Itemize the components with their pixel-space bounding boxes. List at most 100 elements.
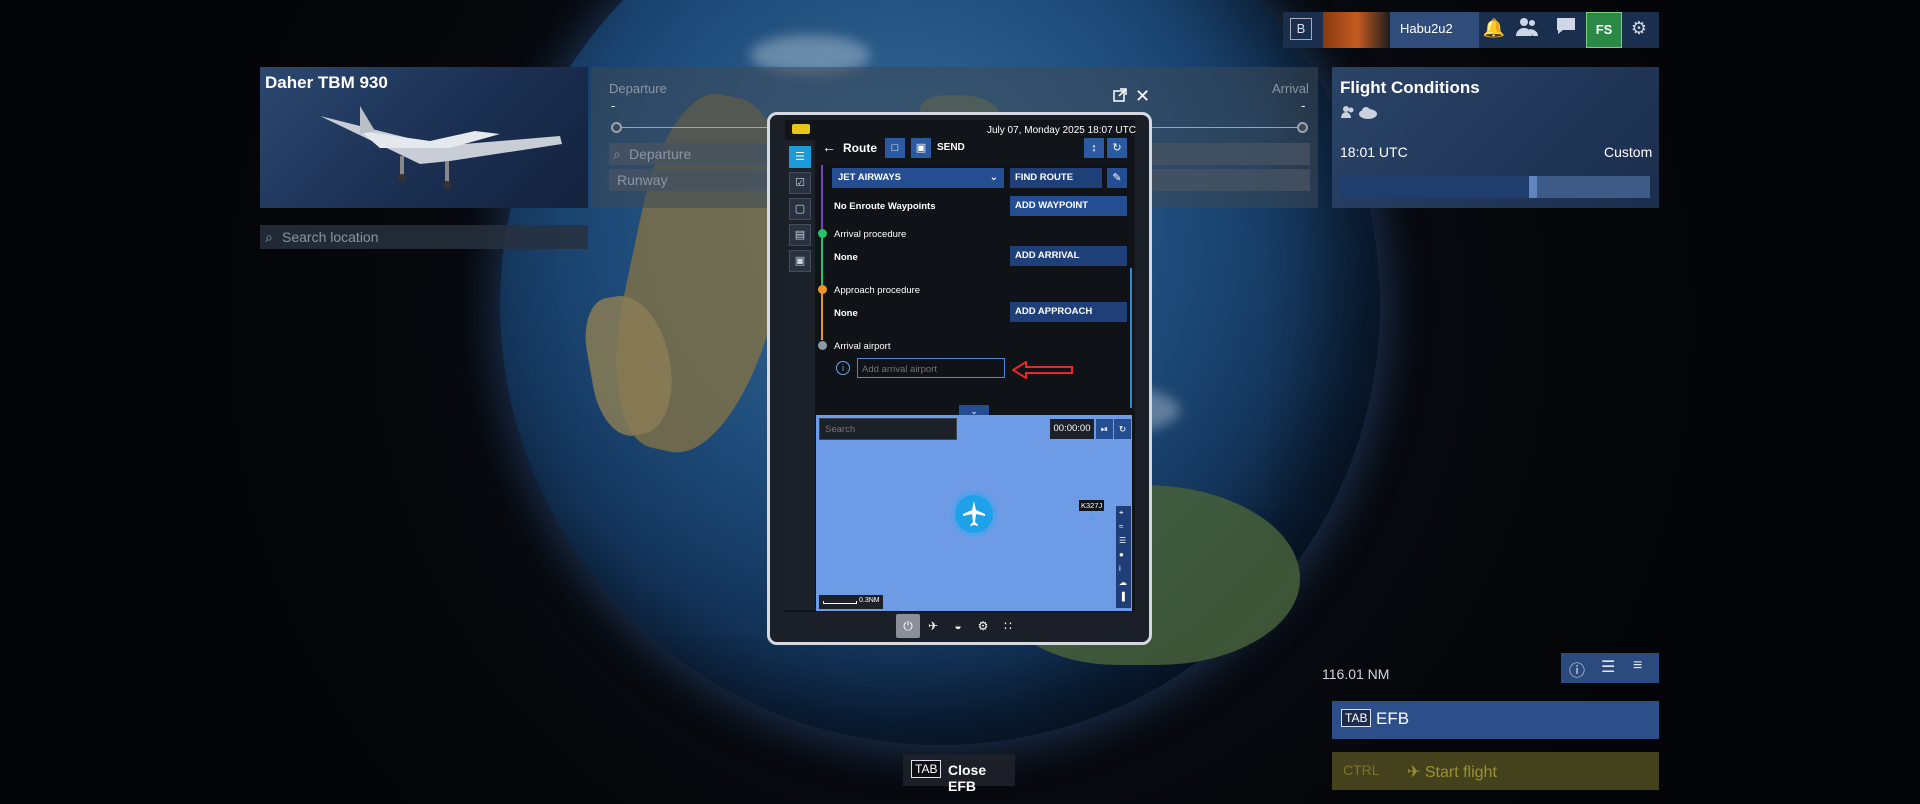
gear-icon[interactable]: ⚙ <box>971 614 995 638</box>
username[interactable]: Habu2u2 <box>1400 21 1453 36</box>
sidebar-item-lock[interactable]: ▢ <box>789 198 811 220</box>
arrival-runway-input[interactable] <box>1150 169 1310 191</box>
close-efb-key: TAB <box>911 760 942 778</box>
arrival-procedure-point <box>818 229 827 238</box>
b-key-hint[interactable]: B <box>1290 18 1312 40</box>
approach-line-segment <box>821 292 823 340</box>
time-slider-handle[interactable] <box>1529 176 1537 198</box>
user-icon[interactable]: ● <box>1119 550 1124 559</box>
filter-icon[interactable]: ≡ <box>1633 657 1642 675</box>
start-flight-text: Start flight <box>1424 764 1497 781</box>
bell-icon[interactable]: 🔔 <box>1482 16 1506 40</box>
departure-label: Departure <box>609 81 667 96</box>
close-efb-button[interactable]: TAB Close EFB <box>903 754 1015 794</box>
airway-dropdown[interactable]: JET AIRWAYS ⌄ <box>832 168 1004 188</box>
send-button[interactable]: SEND <box>937 142 965 153</box>
marketplace-icon[interactable]: FS <box>1586 12 1622 48</box>
sidebar-item-checklist[interactable]: ☑ <box>789 172 811 194</box>
apps-grid-icon[interactable]: ∷ <box>996 614 1020 638</box>
friends-icon[interactable] <box>1515 16 1539 40</box>
arrival-airport-field[interactable] <box>858 360 1004 379</box>
map-search-box[interactable] <box>819 418 957 440</box>
add-waypoint-button[interactable]: ADD WAYPOINT <box>1010 196 1127 216</box>
arrival-input[interactable] <box>1150 143 1310 165</box>
weather-icons <box>1340 104 1380 123</box>
departure-value: - <box>611 98 616 113</box>
efb-datetime: July 07, Monday 2025 18:07 UTC <box>987 125 1136 136</box>
arrival-procedure-value: None <box>834 252 858 263</box>
map-scale: 0.3NM <box>819 595 883 609</box>
sidebar-item-route[interactable]: ☰ <box>789 146 811 168</box>
approach-procedure-point <box>818 285 827 294</box>
avatar[interactable] <box>1324 12 1390 48</box>
flight-timer: 00:00:00 <box>1050 419 1094 439</box>
add-approach-button[interactable]: ADD APPROACH <box>1010 302 1127 322</box>
arrival-airport-point <box>818 341 827 350</box>
arrival-point <box>1297 122 1308 133</box>
runway-input[interactable]: Runway <box>609 169 769 191</box>
time-slider[interactable] <box>1340 176 1650 198</box>
efb-button-label: EFB <box>1376 709 1410 728</box>
save-icon[interactable]: ▣ <box>911 138 931 158</box>
refresh-icon[interactable]: ↻ <box>1107 138 1127 158</box>
layers-icon[interactable]: ☰ <box>1601 657 1615 677</box>
airplane-icon[interactable]: ✈ <box>921 614 945 638</box>
power-icon[interactable]: ⏻ <box>896 614 920 638</box>
time-slider-fill <box>1340 176 1529 198</box>
collapse-icon[interactable]: ↕ <box>1084 138 1104 158</box>
chart-icon[interactable]: ▐ <box>1119 592 1125 601</box>
sidebar-item-notes[interactable]: ▤ <box>789 224 811 246</box>
scrollbar[interactable] <box>1130 268 1132 408</box>
scale-label: 0.3NM <box>859 597 880 604</box>
search-location-field[interactable]: ⌕ Search location <box>260 225 588 249</box>
efb-key-hint: TAB <box>1341 709 1372 727</box>
info-icon[interactable]: ⓘ <box>1569 657 1585 681</box>
arrival-procedure-label: Arrival procedure <box>834 229 907 240</box>
pilot-icon[interactable]: ◒ <box>946 614 970 638</box>
terrain-icon[interactable]: ≈ <box>1119 522 1123 531</box>
edit-icon[interactable]: ✎ <box>1107 168 1127 188</box>
add-arrival-button[interactable]: ADD ARRIVAL <box>1010 246 1127 266</box>
route-distance: 116.01 NM <box>1322 666 1390 682</box>
sidebar-item-clipboard[interactable]: ▣ <box>789 250 811 272</box>
runway-placeholder: Runway <box>617 172 668 188</box>
route-title: Route <box>843 141 877 155</box>
find-route-button[interactable]: FIND ROUTE <box>1010 168 1102 188</box>
start-flight-key: CTRL <box>1343 762 1380 778</box>
approach-procedure-label: Approach procedure <box>834 285 921 296</box>
start-flight-label: ✈ Start flight <box>1407 764 1497 781</box>
airway-dropdown-value: JET AIRWAYS <box>838 172 902 183</box>
arrival-airport-input[interactable] <box>857 358 1005 379</box>
utc-time: 18:01 UTC <box>1340 144 1408 160</box>
arrival-value: - <box>1301 98 1306 113</box>
map-search-input[interactable] <box>820 419 956 440</box>
play-pause-icon[interactable]: ⏯ <box>1096 419 1113 439</box>
map-tools: ⓘ ☰ ≡ <box>1561 653 1659 683</box>
departure-point <box>611 122 622 133</box>
info-icon[interactable]: i <box>836 361 850 375</box>
search-icon: ⌕ <box>613 146 621 162</box>
no-waypoints-text: No Enroute Waypoints <box>834 201 936 212</box>
arrival-label: Arrival <box>1272 81 1309 96</box>
chevron-down-icon: ⌄ <box>989 172 998 183</box>
aircraft-image <box>320 106 562 189</box>
close-efb-label: Close EFB <box>948 762 987 794</box>
arrival-line-segment <box>821 236 823 286</box>
departure-input[interactable]: ⌕ Departure <box>609 143 769 165</box>
weather-mode[interactable]: Custom <box>1604 144 1652 160</box>
external-window-icon[interactable] <box>1113 88 1129 104</box>
search-icon: ⌕ <box>265 229 273 245</box>
close-icon[interactable]: ✕ <box>1135 86 1150 107</box>
back-arrow-icon[interactable]: ← <box>822 139 836 155</box>
open-folder-icon[interactable]: □ <box>885 138 905 158</box>
traffic-icon[interactable]: ▲ <box>1089 513 1097 522</box>
battery-icon <box>792 124 810 134</box>
chat-icon[interactable] <box>1554 16 1578 40</box>
gear-icon[interactable]: ⚙ <box>1627 16 1651 40</box>
info-icon[interactable]: i <box>1119 564 1121 573</box>
own-aircraft-icon[interactable] <box>955 495 993 533</box>
reset-timer-icon[interactable]: ↻ <box>1114 419 1131 439</box>
recenter-icon[interactable]: ⌖ <box>1119 508 1124 518</box>
weather-icon[interactable]: ☁ <box>1119 578 1127 587</box>
layers-icon[interactable]: ☰ <box>1119 536 1126 545</box>
